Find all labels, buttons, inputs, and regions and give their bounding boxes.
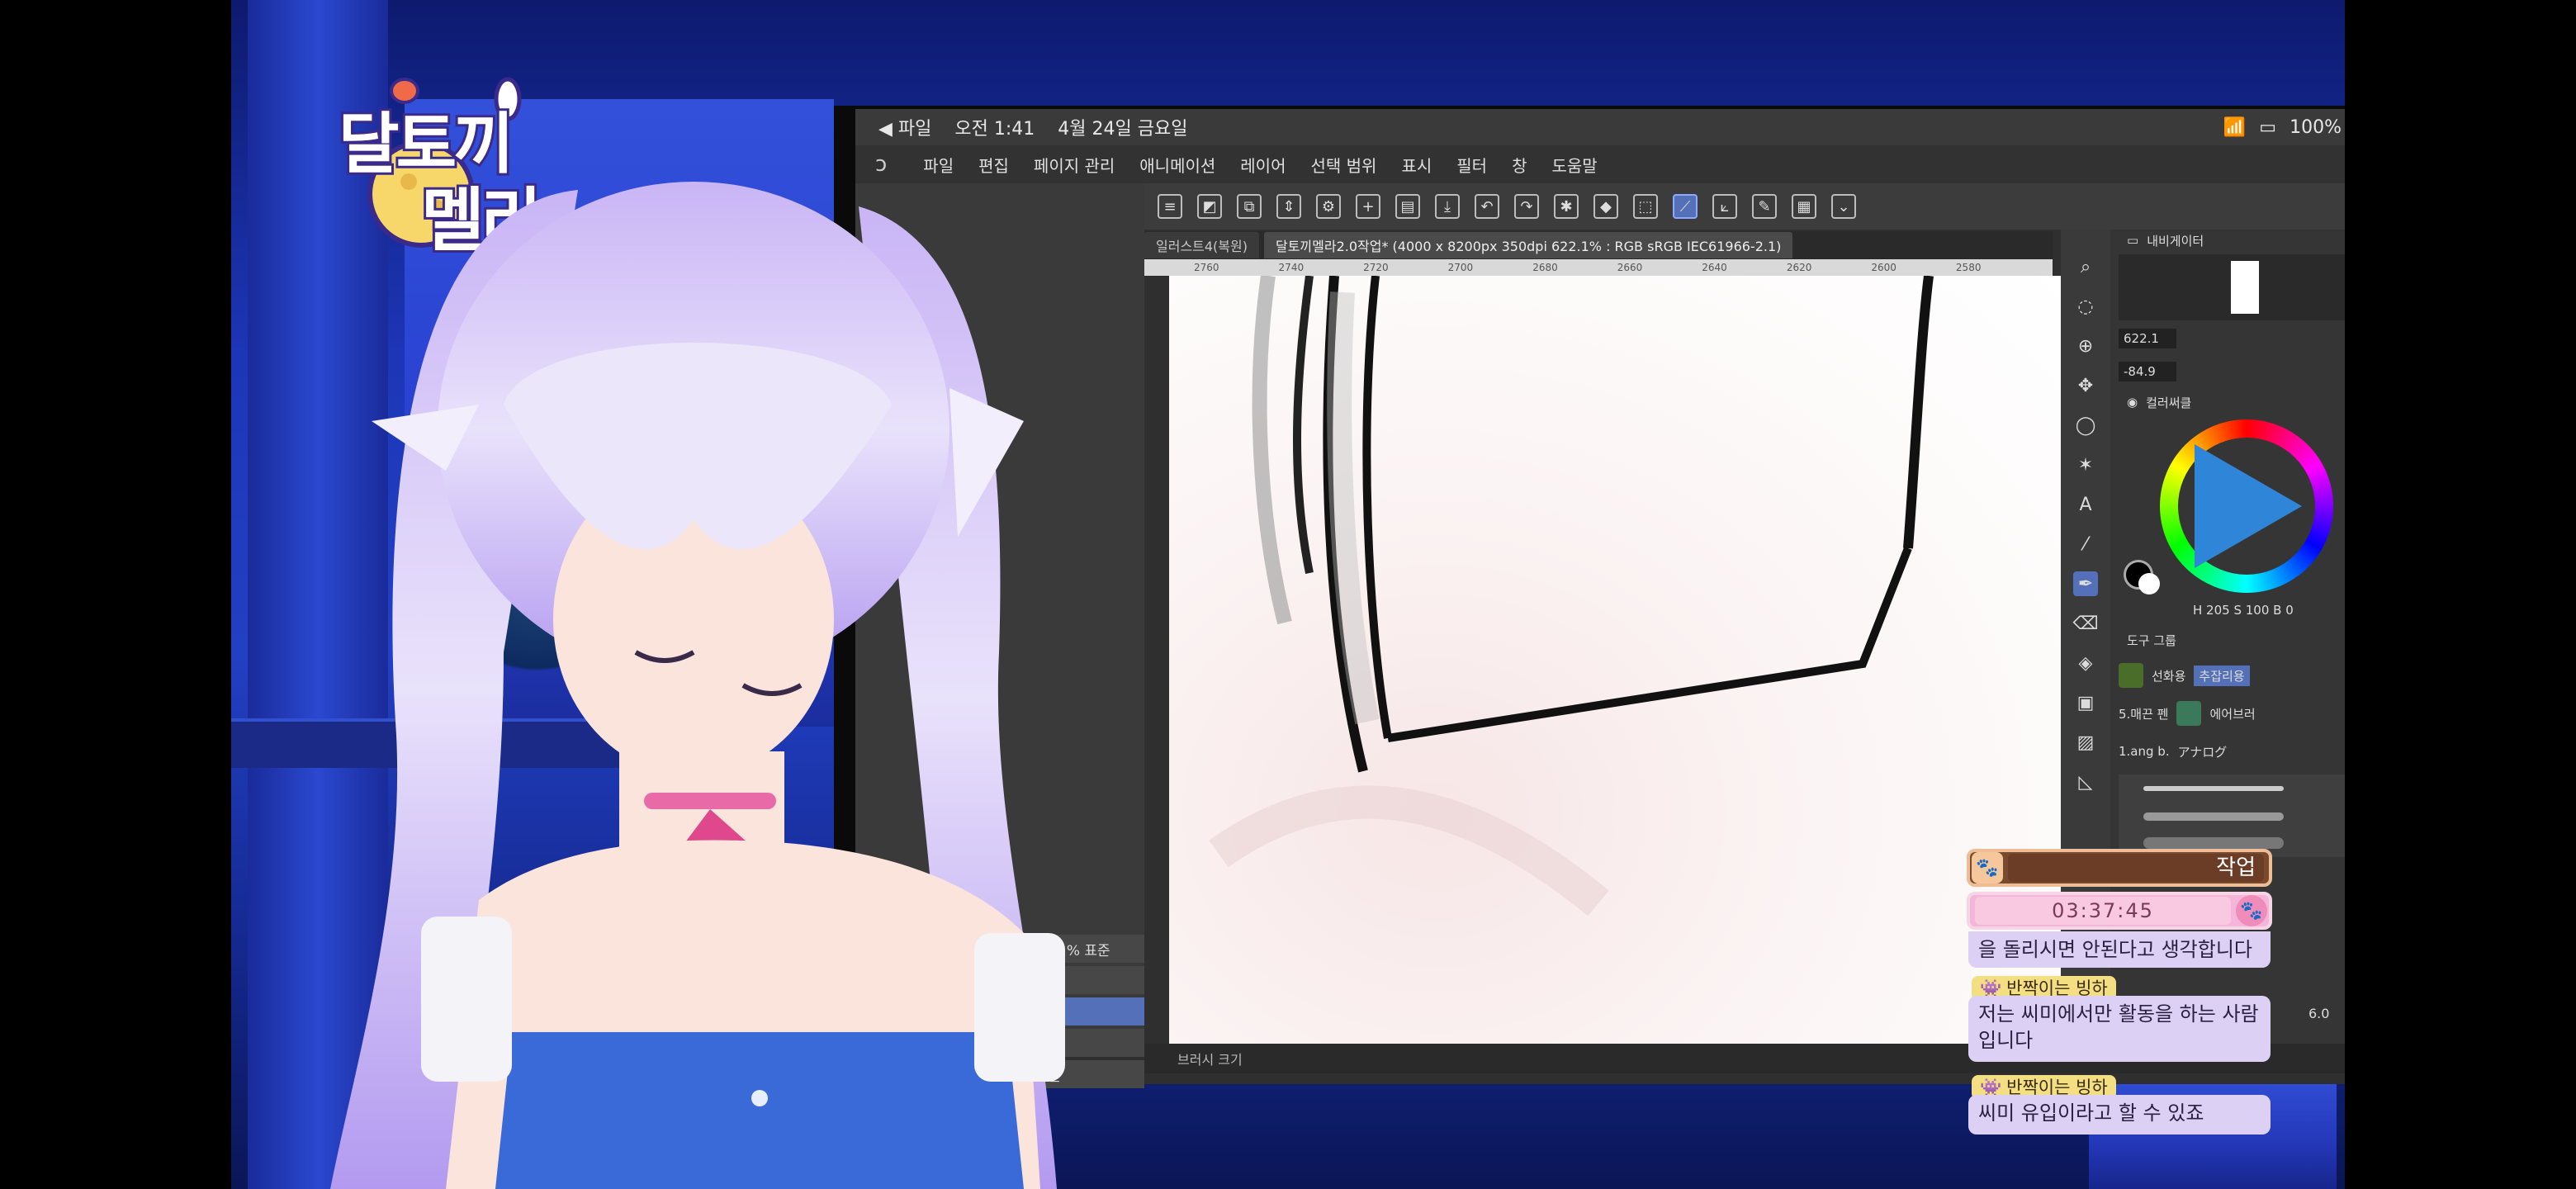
navigator-preview <box>2119 254 2345 320</box>
brush-name[interactable]: 선화용 <box>2152 667 2185 685</box>
pen-tool-icon[interactable]: ✎ <box>1752 194 1777 219</box>
brush-icon <box>2119 663 2143 688</box>
ruler-tick: 2720 <box>1363 262 1389 273</box>
ruler-tick: 2600 <box>1871 262 1896 273</box>
ruler-tick: 2760 <box>1194 262 1219 273</box>
vtuber-avatar <box>330 182 1065 1189</box>
ruler-tick: 2700 <box>1447 262 1474 273</box>
tool-group-header: 도구 그룹 <box>2127 629 2176 651</box>
save-icon[interactable]: ⤓ <box>1435 194 1460 219</box>
auto-select-icon[interactable]: ✶ <box>2073 452 2098 477</box>
text-icon[interactable]: A <box>2073 492 2098 517</box>
chat-message: 씨미 유입이라고 할 수 있죠 <box>1968 1095 2271 1135</box>
hsv-readout: H 205 S 100 B 0 <box>2193 603 2294 618</box>
menu-layer[interactable]: 레이어 <box>1240 153 1286 177</box>
navigator-header: ▭ 내비게이터 <box>2127 230 2204 251</box>
copy-icon[interactable]: ⧉ <box>1237 194 1262 219</box>
chevron-down-icon[interactable]: ⌄ <box>1831 194 1856 219</box>
line-art <box>1209 276 1934 917</box>
settings-icon[interactable]: ⚙ <box>1316 194 1341 219</box>
status-date: 4월 24일 금요일 <box>1058 119 1188 140</box>
brush-stroke-preview <box>2119 775 2345 857</box>
gradient-icon[interactable]: ▣ <box>2073 690 2098 715</box>
ruler-tick: 2660 <box>1617 262 1643 273</box>
layer-property-icon[interactable]: ▦ <box>1792 194 1816 219</box>
select-layer-icon[interactable]: ⊕ <box>2073 334 2098 358</box>
navigator-label: 내비게이터 <box>2147 233 2204 249</box>
work-label: 작업 <box>2008 854 2264 882</box>
brush-row: 1.ang b. アナログ <box>2119 735 2345 768</box>
snap-icon[interactable]: ⟀ <box>1712 194 1737 219</box>
new-file-icon[interactable]: + <box>1356 194 1380 219</box>
brush-name[interactable]: 1.ang b. <box>2119 744 2170 759</box>
tab-document-2[interactable]: 달토끼멜라2.0작업* (4000 x 8200px 350dpi 622.1%… <box>1263 232 1793 258</box>
chat-message: 을 돌리시면 안된다고 생각합니다 <box>1968 931 2271 968</box>
color-circle-label: 컬러써클 <box>2146 395 2192 410</box>
zoom-value[interactable]: 622.1 <box>2119 329 2176 348</box>
menu-view[interactable]: 표시 <box>1401 153 1432 177</box>
figure-icon[interactable]: ▨ <box>2073 730 2098 755</box>
document-tabs: 일러스트4(복원) 달토끼멜라2.0작업* (4000 x 8200px 350… <box>1144 231 2053 259</box>
ruler-tick: 2580 <box>1955 262 1982 273</box>
drawing-canvas[interactable] <box>1169 276 2061 1044</box>
work-status-box: 🐾 작업 <box>1967 849 2272 887</box>
brush-size-value: 6.0 <box>2308 1006 2330 1021</box>
timer-value: 03:37:45 <box>1975 897 2231 925</box>
stream-frame: 달토끼 멜라 ◀ 파일 오전 1:41 4월 24일 금요일 📶 ▭ 100% … <box>231 0 2345 1189</box>
open-folder-icon[interactable]: ▤ <box>1395 194 1420 219</box>
battery-level: 100% <box>2290 116 2342 138</box>
sub-color-swatch[interactable] <box>2138 573 2160 594</box>
tool-group-label: 도구 그룹 <box>2127 632 2176 648</box>
redo-icon[interactable]: ↷ <box>1514 194 1539 219</box>
timer-box: 03:37:45 🐾 <box>1967 892 2272 930</box>
fill-icon[interactable]: ◆ <box>1593 194 1618 219</box>
eyedropper-icon[interactable]: ⁄ <box>2073 532 2098 557</box>
chat-message: 저는 씨미에서만 활동을 하는 사람입니다 <box>1968 996 2271 1062</box>
brush-name[interactable]: 5.매끈 펜 <box>2119 705 2168 722</box>
move-icon[interactable]: ✥ <box>2073 373 2098 398</box>
eraser-icon[interactable]: ⌫ <box>2072 611 2098 636</box>
menu-filter[interactable]: 필터 <box>1456 153 1487 177</box>
ruler-tick: 2680 <box>1532 262 1558 273</box>
pen-icon[interactable]: ✒ <box>2073 571 2098 596</box>
screen-mirror-icon: ▭ <box>2259 116 2277 138</box>
zoom-icon[interactable]: ⌕ <box>2073 254 2098 279</box>
menu-selection[interactable]: 선택 범위 <box>1310 153 1376 177</box>
paw-icon: 🐾 <box>1972 852 2003 883</box>
brush-name[interactable]: 에어브러 <box>2209 705 2255 722</box>
clear-icon[interactable]: ✱ <box>1554 194 1579 219</box>
color-circle-tab[interactable]: ◉ 컬러써클 <box>2127 391 2191 413</box>
color-triangle[interactable] <box>2195 444 2302 568</box>
wifi-icon: 📶 <box>2223 116 2247 138</box>
paw-icon: 🐾 <box>2236 895 2267 926</box>
menu-window[interactable]: 창 <box>1512 153 1527 177</box>
ruler-snap-icon[interactable]: ⟋ <box>1673 194 1698 219</box>
lasso-icon[interactable]: ◌ <box>2073 294 2098 319</box>
canvas-ruler: 2760 2740 2720 2700 2680 2660 2640 2620 … <box>1144 259 2053 276</box>
up-down-icon[interactable]: ⇕ <box>1276 194 1301 219</box>
color-wheel[interactable] <box>2160 419 2333 593</box>
ruler-tick: 2640 <box>1702 262 1727 273</box>
menu-help[interactable]: 도움말 <box>1551 153 1597 177</box>
fill-bucket-icon[interactable]: ◈ <box>2073 651 2098 675</box>
transform-icon[interactable]: ⬚ <box>1633 194 1658 219</box>
rotation-value[interactable]: -84.9 <box>2119 362 2176 381</box>
brush-name[interactable]: アナログ <box>2178 743 2228 760</box>
status-time: 오전 1:41 <box>954 119 1035 140</box>
selection-icon[interactable]: ◯ <box>2073 413 2098 438</box>
brush-icon <box>2176 701 2202 726</box>
back-link[interactable]: ◀ 파일 <box>878 114 931 140</box>
ruler-tick: 2620 <box>1786 262 1812 273</box>
brush-name[interactable]: 추잡리용 <box>2194 665 2250 686</box>
brush-row: 5.매끈 펜 에어브러 <box>2119 697 2345 730</box>
undo-icon[interactable]: ↶ <box>1475 194 1499 219</box>
brush-row: 선화용 추잡리용 <box>2119 659 2345 692</box>
ipad-status-bar: ◀ 파일 오전 1:41 4월 24일 금요일 📶 ▭ 100% <box>855 109 2345 145</box>
canvas-icon[interactable]: ◩ <box>1197 194 1222 219</box>
command-bar: ≡ ◩ ⧉ ⇕ ⚙ + ▤ ⤓ ↶ ↷ ✱ ◆ ⬚ ⟋ ⟀ ✎ ▦ ⌄ <box>1144 183 2345 230</box>
color-circle-icon: ◉ <box>2127 395 2138 410</box>
ruler-tick: 2740 <box>1278 262 1305 273</box>
navigator-icon: ▭ <box>2127 233 2139 248</box>
frame-icon[interactable]: ◺ <box>2073 770 2098 794</box>
